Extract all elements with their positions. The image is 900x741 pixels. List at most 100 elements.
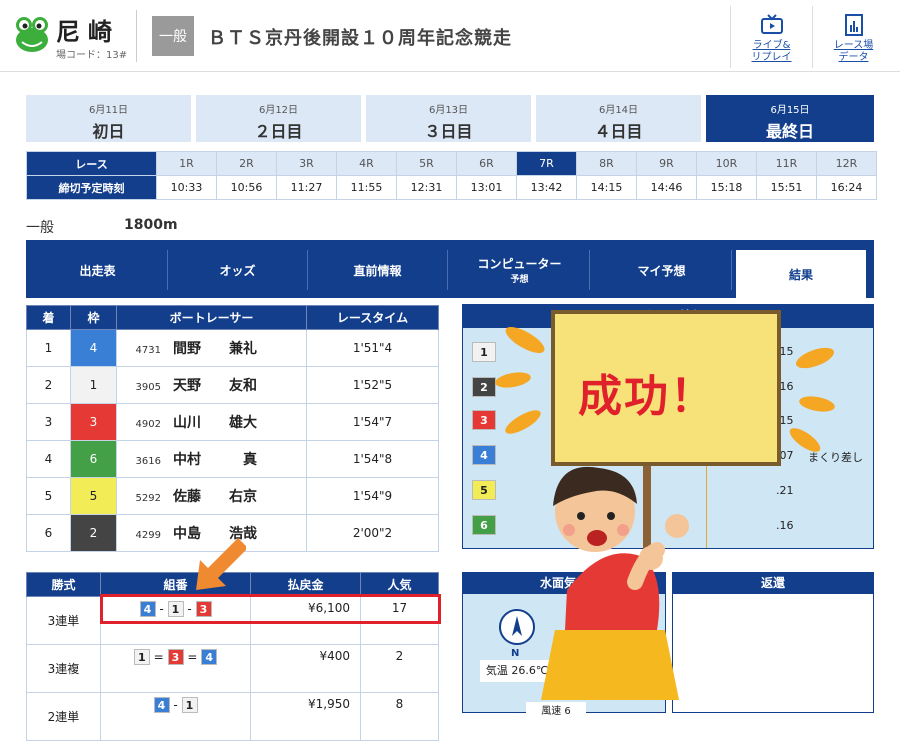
racer-name[interactable]: 佐藤 右京 <box>173 486 261 506</box>
start-boat: 6 <box>472 515 496 535</box>
results-table: 着 枠 ボートレーサー レースタイム 1 4 4731 間野 兼礼 1'51"4 … <box>26 305 439 552</box>
tab-odds[interactable]: オッズ <box>168 250 308 290</box>
table-row: 2連単 4 - 1 ¥1,950 8 <box>26 692 439 741</box>
tab-entry-list[interactable]: 出走表 <box>28 250 168 290</box>
day-label: ２日目 <box>254 122 303 141</box>
success-sign-text: 成功！ <box>578 371 716 422</box>
venue-code: 場コード：13# <box>56 50 128 61</box>
race-tab[interactable]: 6R <box>456 151 517 176</box>
deadline-time: 15:51 <box>756 175 817 200</box>
start-boat: 1 <box>472 342 496 362</box>
race-tab[interactable]: 12R <box>816 151 877 176</box>
deadline-time: 13:01 <box>456 175 517 200</box>
deadline-time: 12:31 <box>396 175 457 200</box>
col-popularity: 人気 <box>360 572 439 597</box>
racer-name[interactable]: 間野 兼礼 <box>173 338 261 358</box>
race-tab[interactable]: 5R <box>396 151 457 176</box>
finish-pos: 6 <box>26 514 71 552</box>
table-row: 2 1 3905 天野 友和 1'52"5 <box>26 366 439 404</box>
bet-type: 3連複 <box>26 644 101 693</box>
deadline-time: 14:46 <box>636 175 697 200</box>
highlight-box <box>100 594 441 624</box>
race-selector-table: レース 1R 2R 3R 4R 5R 6R 7R 8R 9R 10R 11R 1… <box>26 151 877 200</box>
race-tab[interactable]: 9R <box>636 151 697 176</box>
race-time: 1'54"8 <box>306 440 439 478</box>
bar-chart-icon <box>844 14 863 36</box>
combo-sep: = <box>187 650 198 664</box>
racer-reg-no: 3616 <box>135 456 161 467</box>
race-tab[interactable]: 1R <box>156 151 217 176</box>
combo-boat: 3 <box>167 649 184 665</box>
tab-my-prediction[interactable]: マイ予想 <box>592 250 732 290</box>
race-distance: 1800m <box>124 217 178 233</box>
boat-frame: 5 <box>70 477 117 515</box>
col-racer: ボートレーサー <box>116 305 307 330</box>
day-label: ４日目 <box>594 122 643 141</box>
race-time: 1'51"4 <box>306 329 439 367</box>
combo-cell: 4 - 1 <box>100 692 251 741</box>
day-tab-3[interactable]: 6月13日 ３日目 <box>366 95 531 142</box>
venue-data-label: レース場 データ <box>833 40 874 63</box>
combo-boat: 1 <box>133 649 150 665</box>
day-tab-4[interactable]: 6月14日 ４日目 <box>536 95 701 142</box>
tab-results[interactable]: 結果 <box>736 250 866 298</box>
day-tab-1[interactable]: 6月11日 初日 <box>26 95 191 142</box>
header-divider <box>136 10 137 62</box>
racer-name[interactable]: 中村 真 <box>173 449 261 469</box>
race-tab[interactable]: 11R <box>756 151 817 176</box>
day-label: 最終日 <box>765 122 814 141</box>
popularity: 8 <box>360 692 439 741</box>
nav-label: 結果 <box>788 267 813 282</box>
live-replay-button[interactable]: ライブ& リプレイ <box>730 6 812 68</box>
day-tab-5[interactable]: 6月15日最終日 <box>706 95 874 142</box>
race-time: 1'54"9 <box>306 477 439 515</box>
race-tab[interactable]: 4R <box>336 151 397 176</box>
tab-computer-prediction[interactable]: コンピューター 予想 <box>450 250 590 290</box>
bet-type: 3連単 <box>26 596 101 645</box>
race-tab[interactable]: 2R <box>216 151 277 176</box>
racer-name[interactable]: 山川 雄大 <box>173 412 261 432</box>
arrow-icon <box>196 538 246 590</box>
deadline-time: 10:33 <box>156 175 217 200</box>
payout-amount: ¥1,950 <box>250 692 361 741</box>
race-tab-current[interactable]: 7R <box>516 151 577 176</box>
boat-frame: 2 <box>70 514 117 552</box>
combo-sep: - <box>173 698 178 712</box>
deadline-time: 16:24 <box>816 175 877 200</box>
day-date: 6月14日 <box>598 105 639 116</box>
day-date: 6月15日 <box>770 105 810 116</box>
finish-pos: 3 <box>26 403 71 441</box>
tab-pre-race-info[interactable]: 直前情報 <box>308 250 448 290</box>
finish-pos: 4 <box>26 440 71 478</box>
day-tab-2[interactable]: 6月12日 ２日目 <box>196 95 361 142</box>
race-tab[interactable]: 3R <box>276 151 337 176</box>
nav-label: 直前情報 <box>353 263 402 278</box>
payout-amount: ¥400 <box>250 644 361 693</box>
table-row: 3 3 4902 山川 雄大 1'54"7 <box>26 403 439 441</box>
nav-label: オッズ <box>219 263 256 278</box>
nav-label: マイ予想 <box>637 263 686 278</box>
venue-data-button[interactable]: レース場 データ <box>812 6 894 68</box>
day-label: ３日目 <box>424 122 473 141</box>
deadline-row-label: 締切予定時刻 <box>26 175 157 200</box>
tv-icon <box>760 14 783 34</box>
race-tab[interactable]: 10R <box>696 151 757 176</box>
combo-boat: 4 <box>153 697 170 713</box>
nav-label: 出走表 <box>79 263 116 278</box>
start-boat: 3 <box>472 410 496 430</box>
finish-pos: 2 <box>26 366 71 404</box>
race-tab[interactable]: 8R <box>576 151 637 176</box>
combo-boat: 4 <box>201 649 218 665</box>
col-pos: 着 <box>26 305 71 330</box>
combo-cell: 1 = 3 = 4 <box>100 644 251 693</box>
boat-frame: 4 <box>70 329 117 367</box>
frog-mascot-icon <box>16 17 48 52</box>
boat-frame: 3 <box>70 403 117 441</box>
nav-sublabel: 予想 <box>510 275 529 285</box>
col-bet-type: 勝式 <box>26 572 101 597</box>
deadline-time: 11:27 <box>276 175 337 200</box>
start-boat: 5 <box>472 480 496 500</box>
combo-boat: 1 <box>181 697 198 713</box>
grade-badge: 一般 <box>152 16 194 56</box>
racer-name[interactable]: 天野 友和 <box>173 375 261 395</box>
